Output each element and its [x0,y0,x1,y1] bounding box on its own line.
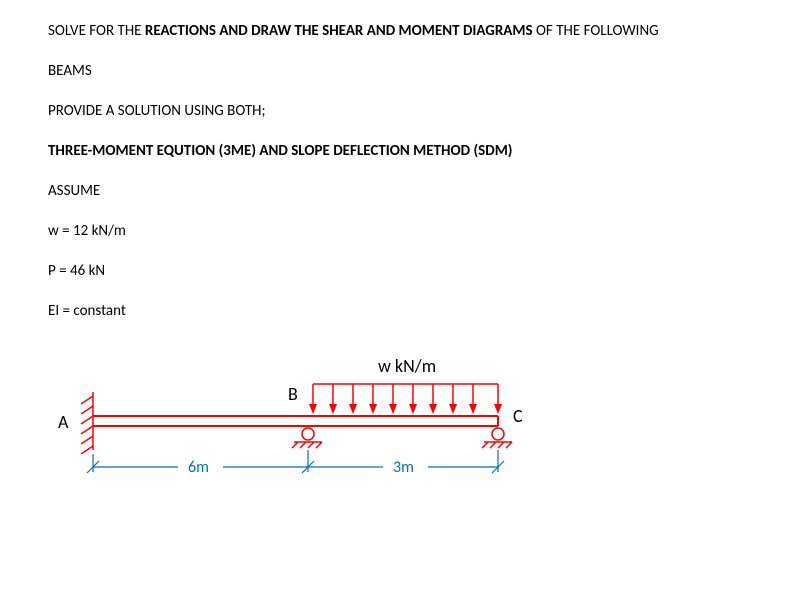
text-bold: REACTIONS AND DRAW THE SHEAR AND MOMENT … [145,22,533,40]
param-w: w = 12 kN/m [48,222,754,240]
load-label: w kN/m [378,355,436,377]
label-a: A [58,411,69,433]
text: OF THE FOLLOWING [533,22,659,40]
assume-label: ASSUME [48,182,754,200]
beam-body [93,416,498,426]
param-ei: EI = constant [48,302,754,320]
span-ab-label: 6m [188,458,209,477]
fixed-support-a [81,392,93,454]
load-arrowheads [309,404,502,414]
beam-svg: w kN/m [48,342,568,502]
text: ASSUME [48,182,100,200]
text: EI = constant [48,302,126,320]
text: THREE-MOMENT EQUTION (3ME) AND SLOPE DEF… [48,142,512,160]
text: P = 46 kN [48,262,105,280]
roller-support-b [292,428,322,448]
beam-diagram: w kN/m [48,342,754,507]
span-bc-label: 3m [393,458,414,477]
text: BEAMS [48,62,92,80]
instruction-line-1: SOLVE FOR THE REACTIONS AND DRAW THE SHE… [48,22,754,40]
problem-page: SOLVE FOR THE REACTIONS AND DRAW THE SHE… [0,0,802,529]
label-c: C [513,405,523,427]
distributed-load [313,384,498,407]
text: w = 12 kN/m [48,222,126,240]
instruction-line-4: THREE-MOMENT EQUTION (3ME) AND SLOPE DEF… [48,142,754,160]
param-p: P = 46 kN [48,262,754,280]
instruction-line-2: BEAMS [48,62,754,80]
text: SOLVE FOR THE [48,22,145,40]
text: PROVIDE A SOLUTION USING BOTH; [48,102,266,120]
instruction-line-3: PROVIDE A SOLUTION USING BOTH; [48,102,754,120]
label-b: B [288,383,298,405]
roller-support-c [482,428,512,448]
